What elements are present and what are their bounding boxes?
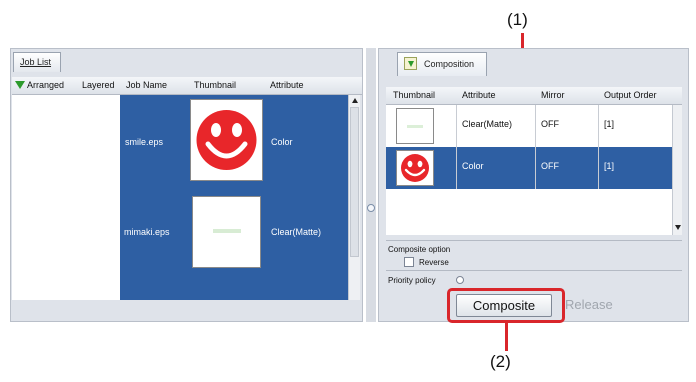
- job-name-column[interactable]: [120, 95, 188, 300]
- attribute-cell: Clear(Matte): [462, 119, 513, 129]
- tab-composition[interactable]: Composition: [397, 52, 487, 76]
- job-list-scrollbar[interactable]: [348, 95, 360, 300]
- composition-panel: Composition Thumbnail Attribute Mirror O…: [378, 48, 689, 322]
- output-order-cell: [1]: [604, 119, 615, 129]
- smiley-icon: [401, 154, 429, 182]
- col-thumbnail[interactable]: Thumbnail: [393, 90, 435, 100]
- column-divider: [535, 105, 536, 189]
- scroll-down-arrow-icon[interactable]: [675, 225, 681, 230]
- attribute-column[interactable]: [265, 95, 349, 300]
- green-down-arrow-icon: [15, 81, 25, 89]
- col-attribute[interactable]: Attribute: [270, 80, 304, 90]
- priority-policy-label: Priority policy: [388, 276, 436, 285]
- job-name-cell: smile.eps: [125, 137, 164, 147]
- scroll-up-arrow-icon[interactable]: [352, 98, 358, 103]
- red-smiley-thumbnail: [190, 99, 263, 181]
- reverse-checkbox[interactable]: [404, 257, 414, 267]
- attribute-cell: Clear(Matte): [271, 227, 322, 237]
- attribute-cell: Color: [462, 161, 484, 171]
- scroll-thumb[interactable]: [350, 107, 359, 257]
- job-list-body: smile.eps Color mimaki.eps Clear(Matte): [12, 95, 349, 300]
- mirror-cell: OFF: [541, 161, 559, 171]
- col-layered[interactable]: Layered: [82, 80, 115, 90]
- divider: [386, 240, 682, 241]
- callout-line-2: [505, 323, 508, 351]
- column-divider: [456, 105, 457, 189]
- composition-header: Thumbnail Attribute Mirror Output Order: [386, 87, 682, 105]
- col-job-name[interactable]: Job Name: [126, 80, 167, 90]
- job-name-cell: mimaki.eps: [124, 227, 170, 237]
- release-button[interactable]: Release: [565, 297, 613, 312]
- composition-icon: [404, 57, 417, 70]
- divider: [386, 270, 682, 271]
- output-order-cell: [1]: [604, 161, 615, 171]
- mirror-cell: OFF: [541, 119, 559, 129]
- clear-matte-thumbnail: [396, 108, 434, 144]
- col-output-order[interactable]: Output Order: [604, 90, 657, 100]
- job-list-header: Arranged Layered Job Name Thumbnail Attr…: [12, 77, 362, 95]
- red-smiley-thumbnail: [396, 150, 434, 186]
- smiley-icon: [196, 110, 257, 170]
- divider-handle-icon[interactable]: [367, 204, 375, 212]
- composition-scrollbar[interactable]: [672, 105, 682, 235]
- composite-option-label: Composite option: [388, 245, 451, 254]
- composite-button-highlight: [447, 288, 565, 323]
- clear-matte-thumbnail: [192, 196, 261, 268]
- priority-radio[interactable]: [456, 276, 464, 284]
- tab-job-list[interactable]: Job List: [13, 52, 61, 72]
- col-thumbnail[interactable]: Thumbnail: [194, 80, 236, 90]
- callout-label-1: (1): [507, 10, 528, 29]
- callout-label-2: (2): [490, 352, 511, 371]
- split-divider[interactable]: [366, 48, 376, 322]
- col-mirror[interactable]: Mirror: [541, 90, 565, 100]
- reverse-label: Reverse: [419, 258, 449, 267]
- table-row[interactable]: Clear(Matte) OFF [1]: [386, 105, 672, 147]
- faint-clear-mark: [213, 229, 241, 233]
- col-attribute[interactable]: Attribute: [462, 90, 496, 100]
- composition-body: Clear(Matte) OFF [1] Color OFF [1]: [386, 105, 682, 235]
- column-divider: [598, 105, 599, 189]
- col-arranged[interactable]: Arranged: [15, 80, 64, 90]
- table-row[interactable]: Color OFF [1]: [386, 147, 672, 189]
- attribute-cell: Color: [271, 137, 293, 147]
- job-list-panel: Job List Arranged Layered Job Name Thumb…: [10, 48, 363, 322]
